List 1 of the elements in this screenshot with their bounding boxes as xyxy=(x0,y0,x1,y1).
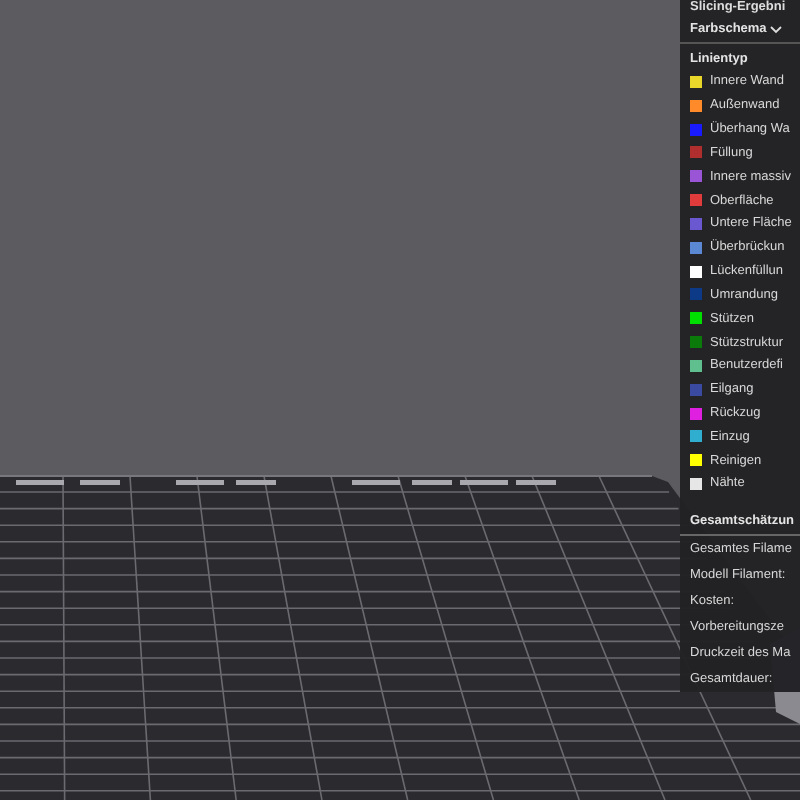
chevron-down-icon[interactable] xyxy=(770,25,783,33)
